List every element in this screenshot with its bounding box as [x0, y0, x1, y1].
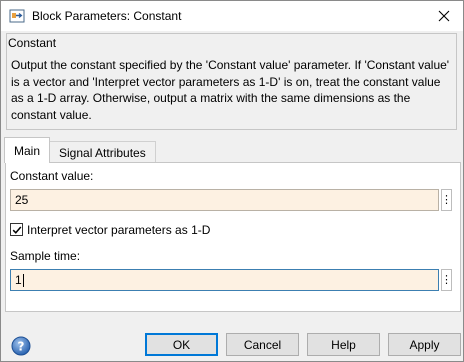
- tab-signal-attributes-label: Signal Attributes: [59, 145, 146, 160]
- interpret-checkbox[interactable]: [10, 223, 23, 236]
- text-cursor: [22, 274, 24, 288]
- dialog-window: Block Parameters: Constant Constant Outp…: [0, 0, 464, 362]
- sample-time-more-button[interactable]: ⋮: [441, 269, 452, 291]
- close-button[interactable]: [429, 4, 459, 28]
- group-label: Constant: [8, 36, 59, 50]
- sample-time-input[interactable]: 1: [10, 269, 439, 291]
- window-title: Block Parameters: Constant: [32, 9, 182, 23]
- cancel-button[interactable]: Cancel: [226, 333, 299, 356]
- close-icon: [438, 10, 450, 22]
- checkmark-icon: [12, 226, 21, 234]
- help-question-icon[interactable]: ?: [11, 336, 31, 356]
- cancel-button-label: Cancel: [243, 337, 282, 352]
- simulink-block-icon: [9, 9, 25, 23]
- block-description: Output the constant specified by the 'Co…: [11, 58, 450, 122]
- tab-bar: Main Signal Attributes: [4, 137, 156, 163]
- ok-button[interactable]: OK: [145, 333, 218, 356]
- more-options-icon: ⋮: [441, 193, 452, 206]
- apply-button[interactable]: Apply: [388, 333, 461, 356]
- help-button-label: Help: [331, 337, 356, 352]
- constant-value-input[interactable]: 25: [10, 189, 439, 211]
- constant-value-more-button[interactable]: ⋮: [441, 189, 452, 211]
- title-bar: Block Parameters: Constant: [1, 1, 463, 31]
- interpret-checkbox-label[interactable]: Interpret vector parameters as 1-D: [27, 223, 210, 237]
- tab-signal-attributes[interactable]: Signal Attributes: [49, 141, 156, 163]
- tab-main-label: Main: [14, 143, 41, 158]
- apply-button-label: Apply: [409, 337, 440, 352]
- more-options-icon: ⋮: [441, 273, 452, 286]
- constant-value-text: 25: [15, 193, 29, 207]
- help-button[interactable]: Help: [307, 333, 380, 356]
- sample-time-label: Sample time:: [10, 249, 81, 263]
- tab-main[interactable]: Main: [4, 137, 51, 163]
- sample-time-text: 1: [15, 273, 22, 287]
- constant-value-label: Constant value:: [10, 169, 94, 183]
- svg-text:?: ?: [18, 340, 25, 354]
- ok-button-label: OK: [172, 337, 191, 352]
